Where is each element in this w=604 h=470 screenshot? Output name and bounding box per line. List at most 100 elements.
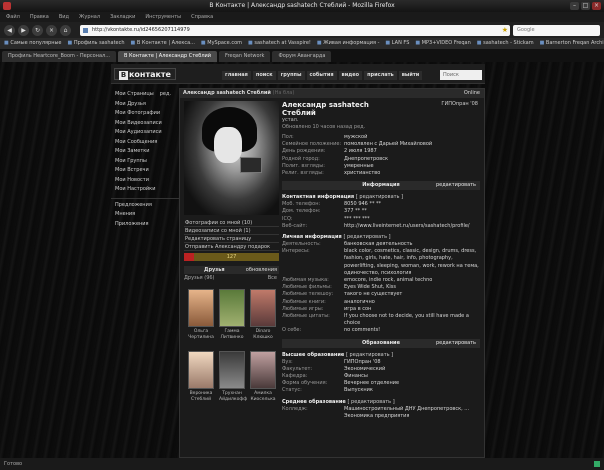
bookmark-item[interactable]: В Контакте | Алекса... bbox=[131, 38, 195, 49]
vk-nav-link[interactable]: события bbox=[306, 71, 337, 80]
friend-photo[interactable] bbox=[219, 289, 245, 327]
rating-value: 127 bbox=[226, 254, 237, 260]
friend-card[interactable]: Dinaro Клюшко bbox=[250, 289, 276, 341]
friend-name[interactable]: Гамма Литвинко bbox=[219, 329, 245, 341]
profile-action-link[interactable]: Редактировать страницу bbox=[184, 235, 279, 243]
vk-nav-link[interactable]: поиск bbox=[252, 71, 276, 80]
bookmark-item[interactable]: MySpace.com bbox=[201, 38, 242, 49]
bookmark-item[interactable]: Живая информация - bbox=[317, 38, 379, 49]
friend-photo[interactable] bbox=[250, 289, 276, 327]
vk-logo[interactable]: Вконтакте bbox=[114, 68, 176, 80]
search-box[interactable]: Google bbox=[513, 24, 600, 36]
vk-nav-link[interactable]: видео bbox=[338, 71, 363, 80]
education-edit-link[interactable]: редактировать bbox=[436, 339, 476, 348]
address-bar[interactable]: http://vkontakte.ru/id24656207114979 ★ bbox=[80, 24, 510, 36]
left-menu-item[interactable]: Мои Встречи bbox=[111, 166, 179, 176]
friend-name[interactable]: Dinaro Клюшко bbox=[250, 329, 276, 341]
left-menu-extra-item[interactable]: Мнения bbox=[111, 210, 179, 220]
left-menu-extra-item[interactable]: Предложения bbox=[111, 201, 179, 211]
close-button[interactable]: × bbox=[592, 2, 601, 10]
info-edit-link[interactable]: редактировать bbox=[436, 181, 476, 190]
menu-item[interactable]: Справка bbox=[191, 12, 213, 22]
contact-edit-link[interactable]: [ редактировать ] bbox=[356, 194, 403, 200]
profile-action-link[interactable]: Видеозаписи со мной (1) bbox=[184, 227, 279, 235]
friends-all-link[interactable]: Все bbox=[268, 275, 277, 282]
bookmark-item[interactable]: sashatech - Stickam bbox=[477, 38, 533, 49]
menu-item[interactable]: Журнал bbox=[79, 12, 100, 22]
left-menu-item[interactable]: Мои Новости bbox=[111, 176, 179, 186]
menu-item[interactable]: Закладки bbox=[110, 12, 135, 22]
browser-tab[interactable]: Форум Авангарда bbox=[272, 51, 332, 62]
bookmark-star-icon[interactable]: ★ bbox=[502, 25, 508, 36]
friend-photo[interactable] bbox=[219, 351, 245, 389]
bookmark-item[interactable]: LAN FS bbox=[385, 38, 410, 49]
left-menu-item[interactable]: Мои Заметки bbox=[111, 147, 179, 157]
menu-item[interactable]: Правка bbox=[30, 12, 49, 22]
friend-card[interactable]: Вероника Стеблий bbox=[188, 351, 214, 403]
left-menu-item[interactable]: Мои Аудиозаписи bbox=[111, 128, 179, 138]
info-row: ICQ: *** *** *** bbox=[282, 216, 480, 223]
vk-nav-link[interactable]: группы bbox=[277, 71, 305, 80]
profile-action-link[interactable]: Фотографии со мной (10) bbox=[184, 219, 279, 227]
browser-tab[interactable]: Freqan Network bbox=[219, 51, 271, 62]
friend-name[interactable]: Трухнан Айдилкофф bbox=[219, 391, 247, 403]
friend-name[interactable]: Вероника Стеблий bbox=[188, 391, 214, 403]
minimize-button[interactable]: – bbox=[570, 2, 579, 10]
back-icon[interactable]: ◀ bbox=[4, 24, 15, 36]
profile-photo[interactable] bbox=[184, 101, 279, 215]
menu-item[interactable]: Файл bbox=[6, 12, 20, 22]
bookmark-item[interactable]: Самые популярные bbox=[4, 38, 61, 49]
info-row: Любимые книги: аналогично bbox=[282, 299, 480, 306]
friend-photo[interactable] bbox=[250, 351, 276, 389]
bookmark-item[interactable]: MP3+VIDEO Freqan bbox=[415, 38, 471, 49]
profile-action-link[interactable]: Отправить Александру подарок bbox=[184, 243, 279, 251]
info-value: Днепропетровск bbox=[344, 155, 388, 162]
bookmarks-toolbar: Самые популярные Профиль sashatech В Конта… bbox=[0, 38, 604, 49]
left-menu-item[interactable]: Мои Фотографии bbox=[111, 109, 179, 119]
left-menu-extra-item[interactable]: Приложения bbox=[111, 220, 179, 230]
friend-name[interactable]: Амилка Киоселька bbox=[250, 391, 276, 403]
info-value: ГИПОпран '08 bbox=[344, 358, 381, 365]
left-menu-item[interactable]: Мои Сообщения bbox=[111, 138, 179, 148]
vk-nav-link[interactable]: прислать bbox=[364, 71, 397, 80]
friends-updates-link[interactable]: обновления bbox=[246, 266, 277, 274]
left-menu-label: Мои Фотографии bbox=[115, 110, 161, 116]
personal-edit-link[interactable]: [ редактировать ] bbox=[343, 234, 390, 240]
friends-count[interactable]: Друзья (96) bbox=[184, 275, 215, 281]
vk-nav-link[interactable]: главная bbox=[222, 71, 251, 80]
profile-university[interactable]: ГИПОпран '08 bbox=[441, 101, 478, 107]
vk-logo-text: контакте bbox=[129, 70, 171, 79]
contact-title: Контактная информация bbox=[282, 194, 355, 201]
info-label: Любимые фильмы: bbox=[282, 284, 332, 291]
left-menu-item[interactable]: Мои Настройки bbox=[111, 185, 179, 195]
reload-icon[interactable]: ↻ bbox=[32, 24, 43, 36]
left-menu-item[interactable]: Мои Видеозаписи bbox=[111, 119, 179, 129]
forward-icon[interactable]: ▶ bbox=[18, 24, 29, 36]
friend-photo[interactable] bbox=[188, 351, 214, 389]
left-menu-item[interactable]: Мои Друзья bbox=[111, 100, 179, 110]
stop-icon[interactable]: × bbox=[46, 24, 57, 36]
friend-card[interactable]: Гамма Литвинко bbox=[219, 289, 245, 341]
left-menu-item[interactable]: Мои Страницы ред. bbox=[111, 90, 179, 100]
bookmark-item[interactable]: Профиль sashatech bbox=[68, 38, 125, 49]
secondary-edu-info: Колледж: Машиностроительный ДНУ Днепропет… bbox=[282, 406, 480, 420]
left-menu-edit-link[interactable]: ред. bbox=[160, 91, 171, 97]
secondary-edu-edit-link[interactable]: [ редактировать ] bbox=[348, 399, 395, 405]
bookmark-item[interactable]: sashatech at Vasspire! bbox=[248, 38, 311, 49]
vk-search-input[interactable]: Поиск bbox=[440, 70, 482, 80]
left-menu-item[interactable]: Мои Группы bbox=[111, 157, 179, 167]
maximize-button[interactable]: □ bbox=[581, 2, 590, 10]
friend-photo[interactable] bbox=[188, 289, 214, 327]
higher-edu-edit-link[interactable]: [ редактировать ] bbox=[346, 352, 393, 358]
friend-name[interactable]: Ольга Чертилина bbox=[188, 329, 214, 341]
friend-card[interactable]: Ольга Чертилина bbox=[188, 289, 214, 341]
vk-nav-link[interactable]: выйти bbox=[398, 71, 423, 80]
home-icon[interactable]: ⌂ bbox=[60, 24, 71, 36]
browser-tab[interactable]: В Контакте | Александр Стеблий bbox=[118, 51, 218, 62]
menu-item[interactable]: Инструменты bbox=[145, 12, 181, 22]
friend-card[interactable]: Амилка Киоселька bbox=[250, 351, 276, 403]
bookmark-item[interactable]: Barnerton Freqan Archi... bbox=[540, 38, 604, 49]
friend-card[interactable]: Трухнан Айдилкофф bbox=[219, 351, 247, 403]
menu-item[interactable]: Вид bbox=[59, 12, 69, 22]
browser-tab[interactable]: Профиль Heartcore_Boom - Персонал... bbox=[2, 51, 117, 62]
